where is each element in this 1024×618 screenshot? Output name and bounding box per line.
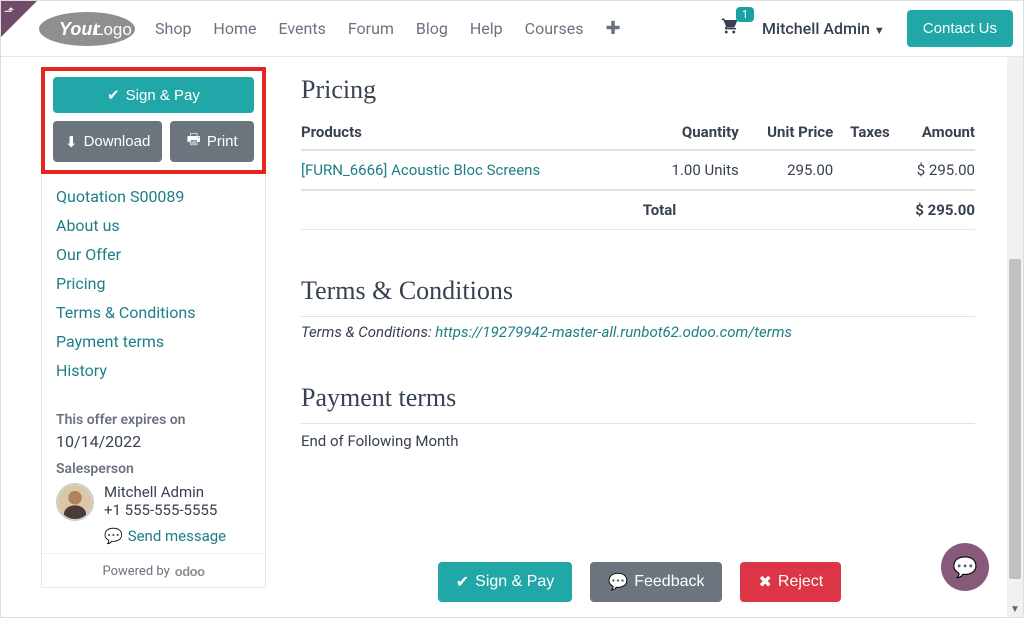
main-nav: Shop Home Events Forum Blog Help Courses… (155, 18, 621, 39)
footer-reject-button[interactable]: ✖ Reject (740, 562, 841, 602)
cell-amount: $ 295.00 (890, 150, 975, 190)
sidebar-nav: Quotation S00089 About us Our Offer Pric… (42, 173, 265, 394)
col-unit-price: Unit Price (739, 115, 833, 150)
total-label: Total (643, 190, 739, 230)
chat-icon: 💬 (953, 555, 978, 579)
check-icon: ✔ (456, 572, 469, 592)
pricing-table: Products Quantity Unit Price Taxes Amoun… (301, 115, 975, 230)
sidebar-card: ✔ Sign & Pay ⬇ Download 🖶 Print (41, 67, 266, 588)
nav-help[interactable]: Help (470, 19, 503, 38)
sidebar-link-payment[interactable]: Payment terms (56, 332, 251, 351)
download-icon: ⬇ (65, 133, 78, 151)
scroll-down-icon[interactable]: ▼ (1007, 601, 1023, 617)
cart-badge: 1 (736, 7, 754, 22)
nav-forum[interactable]: Forum (348, 19, 394, 38)
col-taxes: Taxes (833, 115, 889, 150)
comment-icon: 💬 (608, 572, 628, 592)
payment-terms-value: End of Following Month (301, 432, 975, 450)
close-icon: ✖ (758, 572, 771, 592)
nav-add-icon[interactable]: ✚ (605, 18, 620, 39)
product-link[interactable]: [FURN_6666] Acoustic Bloc Screens (301, 161, 540, 179)
edit-corner-icon: ⬏ (4, 4, 14, 18)
payment-terms-heading: Payment terms (301, 383, 975, 413)
chevron-down-icon: ▼ (874, 24, 885, 37)
main-content: Pricing Products Quantity Unit Price Tax… (267, 57, 1023, 617)
sign-and-pay-button[interactable]: ✔ Sign & Pay (53, 77, 254, 113)
terms-heading: Terms & Conditions (301, 276, 975, 306)
sidebar-link-history[interactable]: History (56, 361, 251, 380)
footer-sign-pay-button[interactable]: ✔ Sign & Pay (438, 562, 573, 602)
sidebar-link-about[interactable]: About us (56, 216, 251, 235)
cell-taxes (833, 150, 889, 190)
send-message-link[interactable]: 💬 Send message (104, 527, 226, 545)
footer-feedback-button[interactable]: 💬 Feedback (590, 562, 722, 602)
nav-shop[interactable]: Shop (155, 19, 191, 38)
footer-action-bar: ✔ Sign & Pay 💬 Feedback ✖ Reject (301, 547, 978, 617)
user-menu[interactable]: Mitchell Admin ▼ (762, 19, 885, 38)
powered-by-text: Powered by (102, 564, 169, 579)
expires-label: This offer expires on (56, 412, 251, 428)
download-button[interactable]: ⬇ Download (53, 121, 162, 162)
salesperson-phone: +1 555-555-5555 (104, 501, 217, 519)
highlighted-actions: ✔ Sign & Pay ⬇ Download 🖶 Print (41, 67, 266, 174)
svg-text:Logo: Logo (94, 20, 132, 39)
scroll-thumb[interactable] (1009, 259, 1021, 579)
col-products: Products (301, 115, 643, 150)
download-label: Download (84, 133, 151, 150)
sign-pay-label: Sign & Pay (126, 87, 200, 104)
print-label: Print (207, 133, 238, 150)
cart-button[interactable]: 1 (720, 17, 740, 40)
col-quantity: Quantity (643, 115, 739, 150)
print-button[interactable]: 🖶 Print (170, 121, 254, 162)
footer-reject-label: Reject (778, 573, 823, 591)
sidebar-link-pricing[interactable]: Pricing (56, 274, 251, 293)
expires-value: 10/14/2022 (56, 432, 251, 451)
top-navbar: Your Logo Shop Home Events Forum Blog He… (1, 1, 1023, 57)
terms-line: Terms & Conditions: https://19279942-mas… (301, 323, 975, 341)
nav-blog[interactable]: Blog (416, 19, 448, 38)
sidebar-link-terms[interactable]: Terms & Conditions (56, 303, 251, 322)
powered-by: Powered by odoo (42, 553, 265, 587)
vertical-scrollbar[interactable]: ▲ ▼ (1007, 1, 1023, 617)
contact-us-button[interactable]: Contact Us (907, 10, 1013, 47)
comment-icon: 💬 (104, 527, 123, 545)
salesperson-label: Salesperson (56, 461, 251, 477)
salesperson-avatar (56, 483, 94, 521)
footer-sign-pay-label: Sign & Pay (475, 573, 554, 591)
logo[interactable]: Your Logo (37, 9, 137, 49)
salesperson-name: Mitchell Admin (104, 483, 217, 501)
chat-fab[interactable]: 💬 (941, 543, 989, 591)
print-icon: 🖶 (187, 129, 201, 154)
table-row: [FURN_6666] Acoustic Bloc Screens 1.00 U… (301, 150, 975, 190)
total-amount: $ 295.00 (890, 190, 975, 230)
terms-url[interactable]: https://19279942-master-all.runbot62.odo… (435, 323, 792, 341)
sidebar-link-offer[interactable]: Our Offer (56, 245, 251, 264)
sidebar-link-quotation[interactable]: Quotation S00089 (56, 187, 251, 206)
footer-feedback-label: Feedback (634, 573, 704, 591)
pricing-heading: Pricing (301, 75, 975, 105)
send-message-label: Send message (128, 527, 226, 545)
user-name: Mitchell Admin (762, 19, 870, 38)
col-amount: Amount (890, 115, 975, 150)
cell-qty: 1.00 Units (643, 150, 739, 190)
odoo-logo[interactable]: odoo (175, 564, 205, 579)
total-row: Total $ 295.00 (301, 190, 975, 230)
nav-events[interactable]: Events (278, 19, 325, 38)
check-icon: ✔ (107, 86, 120, 104)
nav-home[interactable]: Home (213, 19, 256, 38)
nav-courses[interactable]: Courses (525, 19, 584, 38)
terms-prefix: Terms & Conditions: (301, 323, 435, 341)
cell-unit-price: 295.00 (739, 150, 833, 190)
